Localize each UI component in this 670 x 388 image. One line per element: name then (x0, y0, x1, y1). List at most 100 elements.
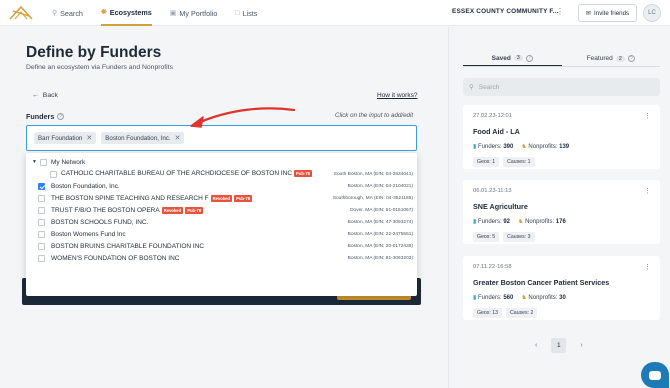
nonprofits-icon: ♞ (521, 144, 527, 150)
search-icon: ⚲ (52, 10, 58, 17)
checkbox[interactable] (50, 170, 57, 178)
checkbox[interactable] (40, 158, 47, 166)
ecosystem-icon: ❋ (100, 9, 107, 16)
search-placeholder: Search (478, 83, 500, 91)
count-badge: 2 (615, 55, 625, 62)
how-it-works-link[interactable]: How it works? (377, 92, 417, 99)
ecosystem-card[interactable]: 07.11.22-16:58 ⋮ Greater Boston Cancer Pat… (463, 256, 660, 320)
nonprofits-icon: ♞ (518, 219, 524, 225)
chevron-right-icon[interactable]: › (580, 342, 582, 349)
close-icon[interactable]: ✕ (86, 134, 92, 142)
status-badge: Revoked (161, 206, 184, 214)
nav-ecosystems-label: Ecosystems (109, 7, 152, 17)
sidebar-search-input[interactable]: ⚲ Search (463, 78, 660, 96)
funder-chip: Boston Foundation, Inc. ✕ (101, 132, 185, 144)
dropdown-group-my-network[interactable]: ▼ My Network (26, 156, 417, 168)
checkbox[interactable] (38, 206, 45, 214)
checkbox[interactable] (38, 231, 45, 239)
dropdown-option[interactable]: BOSTON SCHOOLS FUND, INC. Boston, MA (EIN… (26, 217, 417, 229)
nav-ecosystems[interactable]: ❋ Ecosystems (100, 0, 152, 26)
checkbox[interactable] (38, 182, 45, 190)
dropdown-option[interactable]: BOSTON BRUINS CHARITABLE FOUNDATION INC B… (26, 241, 417, 253)
checkbox[interactable] (38, 219, 45, 226)
help-icon[interactable]: ? (627, 55, 635, 62)
back-button[interactable]: ← Back (32, 92, 58, 99)
card-date: 06.01.23-11:13 (473, 188, 512, 194)
funders-input[interactable]: Barr Foundation ✕ Boston Foundation, Inc… (26, 125, 417, 151)
option-label: WOMEN'S FOUNDATION OF BOSTON INC (51, 255, 179, 262)
option-location: Dover, MA (EIN: 51-0151067) (350, 207, 413, 213)
option-name: Boston Womens Fund Inc (51, 231, 126, 239)
card-date: 27.02.23-12:01 (473, 113, 513, 119)
main-panel: Define by Funders Define an ecosystem vi… (0, 27, 448, 388)
checkbox[interactable] (38, 243, 45, 251)
option-name: My Network (51, 158, 86, 166)
funders-count: 390 (503, 144, 514, 150)
close-icon[interactable]: ✕ (175, 134, 181, 142)
org-name[interactable]: ESSEX COUNTY COMMUNITY F... (452, 8, 559, 15)
nonprofits-stat-label: Nonprofits: (528, 144, 558, 150)
dropdown-option[interactable]: Boston Womens Fund Inc Boston, MA (EIN: 2… (26, 229, 417, 241)
funder-chip: Barr Foundation ✕ (34, 132, 97, 144)
option-name: BOSTON BRUINS CHARITABLE FOUNDATION INC (51, 243, 205, 251)
org-menu-icon[interactable]: ⋮ (556, 7, 564, 16)
pagination: ‹ 1 › (535, 338, 583, 353)
nonprofits-count: 30 (559, 295, 566, 301)
more-options-icon[interactable]: ⋮ (644, 112, 651, 120)
nonprofits-count: 139 (559, 144, 570, 150)
chevron-left-icon[interactable]: ‹ (535, 342, 537, 349)
option-label: TRUST F/B/O THE BOSTON OPERA Revoked Pub-7… (51, 206, 204, 214)
status-badge: Pub-78 (234, 194, 253, 202)
more-options-icon[interactable]: ⋮ (644, 263, 651, 271)
dropdown-option[interactable]: TRUST F/B/O THE BOSTON OPERA Revoked Pub-7… (26, 204, 417, 216)
dropdown-option[interactable]: WOMEN'S FOUNDATION OF BOSTON INC Boston, … (26, 253, 417, 265)
tab-saved[interactable]: Saved 3 ? (463, 51, 562, 66)
count-badge: 3 (513, 55, 523, 61)
ecosystem-card[interactable]: 06.01.23-11:13 ⋮ SNE Agriculture ▮ Funders:… (463, 180, 660, 244)
page-title: Define by Funders (26, 44, 162, 61)
tab-featured[interactable]: Featured 2 ? (562, 51, 661, 66)
card-title[interactable]: SNE Agriculture (473, 202, 528, 211)
option-name: Boston Foundation, Inc. (51, 182, 120, 190)
nonprofits-stat-label: Nonprofits: (528, 295, 558, 301)
option-label: Boston Foundation, Inc. (51, 183, 120, 190)
funders-count: 92 (503, 219, 511, 225)
card-stats: ▮ Funders: 560 ♞ Nonprofits: 30 (473, 294, 566, 301)
dropdown-option[interactable]: CATHOLIC CHARITABLE BUREAU OF THE ARCHDI… (26, 168, 417, 180)
help-icon[interactable]: ? (525, 54, 533, 62)
nonprofits-stat: ♞ Nonprofits: 139 (521, 143, 569, 150)
card-title[interactable]: Greater Boston Cancer Patient Services (473, 278, 609, 287)
chevron-down-icon[interactable]: ▼ (32, 159, 37, 165)
nav-my-portfolio[interactable]: ▣ My Portfolio (170, 0, 218, 26)
sidebar-tabs: Saved 3 ? Featured 2 ? (463, 51, 660, 67)
funders-label-text: Funders (26, 112, 55, 121)
card-stats: ▮ Funders: 390 ♞ Nonprofits: 139 (473, 143, 569, 150)
card-date: 07.11.22-16:58 (473, 264, 512, 270)
card-title[interactable]: Food Aid - LA (473, 127, 520, 136)
page-subtitle: Define an ecosystem via Funders and Nonp… (26, 64, 173, 71)
page-number[interactable]: 1 (551, 338, 567, 353)
avatar[interactable]: LC (643, 4, 661, 22)
logo-icon[interactable] (9, 4, 33, 22)
nav-search[interactable]: ⚲ Search (52, 0, 83, 26)
option-name: WOMEN'S FOUNDATION OF BOSTON INC (51, 255, 180, 263)
chip-label: Boston Foundation, Inc. (105, 134, 171, 142)
chat-button[interactable] (641, 362, 669, 388)
dropdown-option[interactable]: Boston Foundation, Inc. Boston, MA (EIN: … (26, 180, 417, 192)
option-name: THE BOSTON SPINE TEACHING AND RESEARCH F (51, 194, 209, 202)
funders-stat-label: Funders: (477, 295, 502, 301)
more-options-icon[interactable]: ⋮ (644, 187, 651, 195)
status-badge: Pub-78 (185, 206, 204, 214)
list-icon: □ (235, 9, 240, 17)
checkbox[interactable] (38, 255, 45, 263)
nav-lists[interactable]: □ Lists (235, 0, 257, 26)
dropdown-option[interactable]: THE BOSTON SPINE TEACHING AND RESEARCH F… (26, 192, 417, 204)
ecosystem-card[interactable]: 27.02.23-12:01 ⋮ Food Aid - LA ▮ Funders: 3… (463, 105, 660, 169)
option-label: CATHOLIC CHARITABLE BUREAU OF THE ARCHDI… (61, 170, 312, 178)
invite-icon: ✉ (585, 9, 592, 17)
help-icon[interactable]: ? (57, 113, 65, 120)
option-label: BOSTON SCHOOLS FUND, INC. (51, 219, 148, 226)
checkbox[interactable] (38, 194, 45, 202)
invite-friends-button[interactable]: ✉ Invite friends (578, 4, 637, 22)
geos-pill: Geos: 1 (473, 157, 500, 167)
